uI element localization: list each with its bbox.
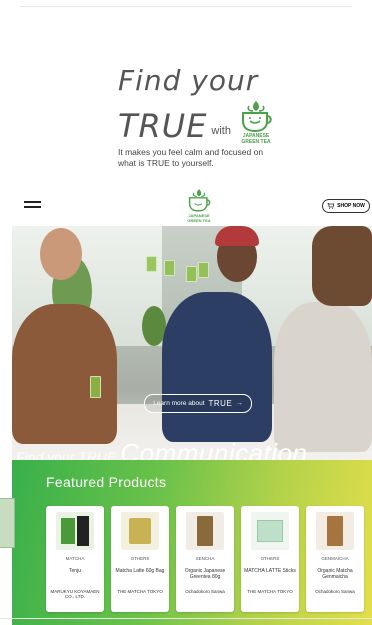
product-category: MATCHA: [65, 556, 85, 561]
red-beanie: [215, 226, 259, 246]
hero-true-word: TRUE: [118, 107, 208, 145]
bottom-divider: [0, 618, 372, 619]
product-name: Matcha Latte 60g Bag: [115, 568, 165, 574]
product-card[interactable]: OTHERS MATCHA LATTE Sticks THE MATCHA TO…: [241, 506, 299, 612]
product-card[interactable]: OTHERS Matcha Latte 60g Bag THE MATCHA T…: [111, 506, 169, 612]
menu-icon[interactable]: [24, 201, 41, 209]
product-image: [186, 512, 224, 550]
hero-tagline: It makes you feel calm and focused on wh…: [118, 147, 264, 168]
product-category: GENMAICHA: [321, 556, 349, 561]
product-brand: Ochadokoro Sanwa: [315, 589, 355, 594]
person-left: [12, 304, 117, 444]
hero-with-word: with: [211, 125, 231, 137]
site-logo[interactable]: JAPANESE GREEN TEA: [183, 187, 215, 225]
product-card[interactable]: GENMAICHA Organic Matcha Genmaicha Ochad…: [306, 506, 364, 612]
site-header: JAPANESE GREEN TEA SHOP NOW: [12, 184, 372, 226]
matcha-glass: [198, 262, 209, 278]
hero-heading: Find your TRUE with JAPANESE GREEN TEA I…: [118, 64, 358, 169]
teacup-logo-icon: [241, 101, 272, 133]
product-image: [316, 512, 354, 550]
product-brand: Ochadokoro Sanwa: [185, 589, 225, 594]
featured-products-section: Featured Products MATCHA Tenju MARUKYU K…: [12, 460, 372, 625]
learn-more-prefix: Learn more about: [153, 400, 205, 407]
matcha-glass: [90, 376, 101, 398]
matcha-glass: [186, 266, 197, 282]
person-right: [274, 302, 372, 452]
shop-now-button[interactable]: SHOP NOW: [322, 199, 370, 213]
product-name: Organic Japanese Greentea 80g: [184, 568, 226, 580]
product-brand: THE MATCHA TOKYO: [117, 589, 163, 594]
matcha-glass: [164, 260, 175, 276]
product-image: [56, 512, 94, 550]
product-category: OTHERS: [130, 556, 150, 561]
website-preview: JAPANESE GREEN TEA SHOP NOW Learn more a…: [12, 184, 372, 625]
featured-title: Featured Products: [46, 474, 167, 490]
banner-slogan: Find your TRUE Communication: [16, 438, 308, 460]
slogan-prefix: Find your TRUE: [16, 449, 117, 460]
hero-banner-photo: Learn more about TRUE → Find your TRUE C…: [12, 226, 372, 460]
top-divider: [20, 6, 352, 7]
arrow-right-icon: →: [236, 400, 243, 407]
site-logo-text: JAPANESE GREEN TEA: [187, 213, 211, 223]
product-name: Tenju: [69, 568, 81, 574]
hero-logo-text: JAPANESE GREEN TEA: [241, 133, 271, 145]
hero-line-1: Find your: [118, 64, 259, 97]
person-center: [162, 292, 272, 442]
learn-more-button[interactable]: Learn more about TRUE →: [144, 394, 252, 413]
product-card[interactable]: MATCHA Tenju MARUKYU KOYAMAEN CO., LTD.: [46, 506, 104, 612]
matcha-glass: [146, 256, 157, 272]
person-right-hair: [312, 226, 372, 306]
cart-icon: [327, 203, 335, 209]
teacup-logo-icon: [188, 189, 211, 212]
learn-more-true: TRUE: [208, 399, 233, 408]
slogan-main: Communication: [120, 438, 308, 460]
product-image: [251, 512, 289, 550]
product-category: OTHERS: [260, 556, 280, 561]
product-list: MATCHA Tenju MARUKYU KOYAMAEN CO., LTD. …: [46, 506, 364, 612]
product-card[interactable]: SENCHA Organic Japanese Greentea 80g Och…: [176, 506, 234, 612]
product-brand: MARUKYU KOYAMAEN CO., LTD.: [50, 589, 100, 599]
product-name: MATCHA LATTE Sticks: [244, 568, 296, 574]
product-image: [121, 512, 159, 550]
hero-logo: JAPANESE GREEN TEA: [235, 99, 277, 145]
product-name: Organic Matcha Genmaicha: [317, 568, 353, 580]
side-tab[interactable]: [0, 498, 15, 548]
hero-line-2: TRUE with JAPANESE GREEN TEA: [118, 99, 358, 145]
person-left-head: [40, 228, 82, 280]
product-brand: THE MATCHA TOKYO: [247, 589, 293, 594]
shop-now-label: SHOP NOW: [337, 203, 365, 209]
product-category: SENCHA: [195, 556, 215, 561]
